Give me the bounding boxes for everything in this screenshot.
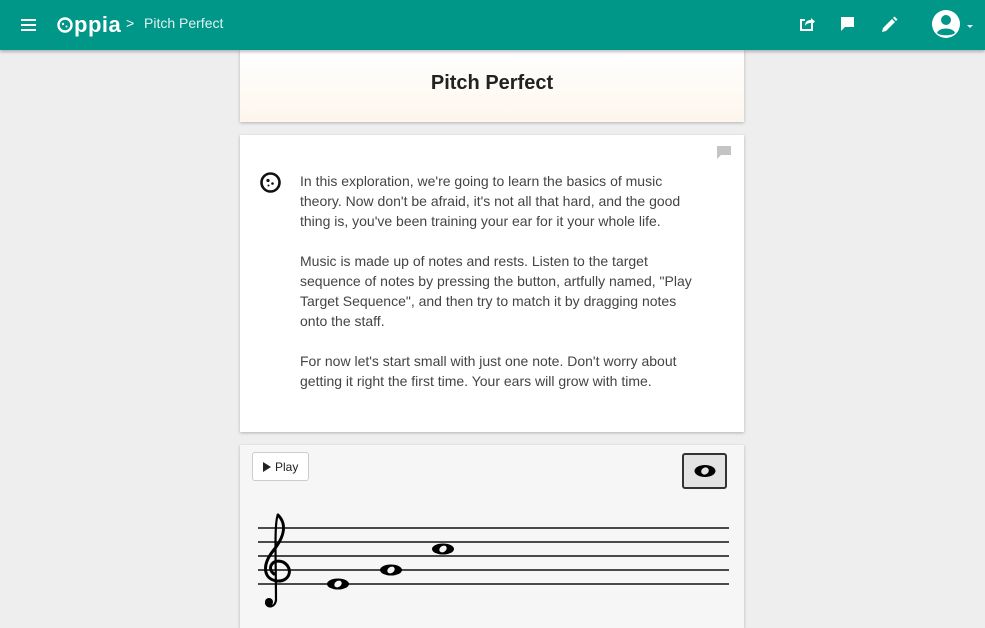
whole-note-icon <box>694 465 716 477</box>
play-label: Play <box>275 459 299 474</box>
staff-note[interactable] <box>380 564 402 576</box>
chevron-down-icon <box>967 25 973 28</box>
account-icon <box>932 10 960 38</box>
top-navbar: ppia > Pitch Perfect <box>0 0 985 50</box>
comment-icon[interactable] <box>717 146 731 159</box>
oppia-avatar-icon <box>260 172 281 193</box>
share-icon[interactable] <box>795 13 819 37</box>
play-button[interactable]: Play <box>252 452 309 481</box>
edit-icon[interactable] <box>877 13 901 37</box>
draggable-whole-note[interactable] <box>682 453 727 489</box>
content-paragraph: In this exploration, we're going to lear… <box>300 173 681 229</box>
menu-icon[interactable] <box>18 14 40 36</box>
oppia-logo[interactable]: ppia <box>57 11 121 39</box>
content-paragraph: Music is made up of notes and rests. Lis… <box>300 253 692 329</box>
staff-note[interactable] <box>432 543 454 555</box>
content-text: In this exploration, we're going to lear… <box>300 171 695 411</box>
feedback-icon[interactable] <box>836 13 860 37</box>
breadcrumb-exploration-title: Pitch Perfect <box>144 15 224 31</box>
content-paragraph: For now let's start small with just one … <box>300 353 677 389</box>
content-card: In this exploration, we're going to lear… <box>240 135 744 432</box>
account-menu[interactable] <box>930 8 976 40</box>
staff-lines <box>258 527 729 585</box>
exploration-title-card: Pitch Perfect <box>240 50 744 122</box>
staff-note[interactable] <box>327 578 349 590</box>
play-icon <box>263 461 271 472</box>
music-staff[interactable] <box>240 505 744 628</box>
oppia-logo-mark <box>57 17 73 33</box>
page-title: Pitch Perfect <box>430 72 554 94</box>
breadcrumb-separator: > <box>126 15 135 31</box>
logo-text: ppia <box>74 12 122 37</box>
music-notes-interaction: Play <box>240 445 744 628</box>
